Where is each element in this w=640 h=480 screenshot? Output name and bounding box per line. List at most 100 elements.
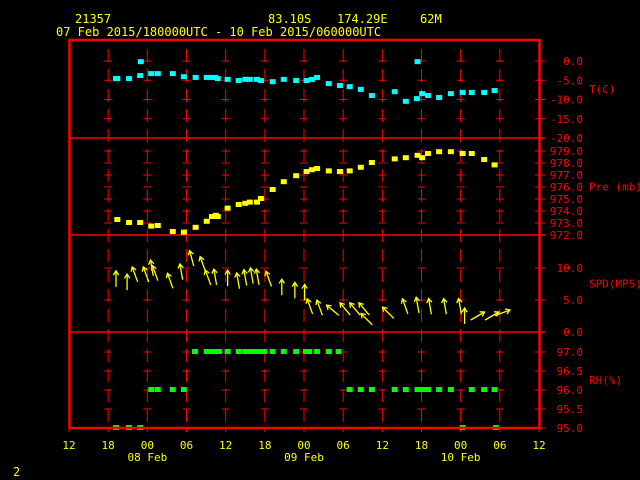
temperature-point [413, 96, 420, 102]
date-label: 08 Feb [127, 451, 167, 464]
temperature-point [346, 84, 353, 90]
rh-point [154, 387, 161, 392]
temperature-point [154, 71, 161, 77]
wind-arrow [278, 277, 286, 296]
wind-arrow [426, 297, 433, 315]
temperature-point [114, 76, 121, 82]
temperature-point [481, 89, 488, 95]
pressure-point [336, 169, 343, 174]
wind-arrow [305, 297, 314, 315]
wind-arrow [130, 265, 139, 283]
rh-point [357, 387, 364, 392]
panel-label-temperature: T(C) [589, 83, 616, 96]
y-tick-label: 95.5 [557, 403, 584, 416]
temperature-point [491, 88, 498, 94]
rh-point [447, 387, 454, 392]
pressure-point [357, 164, 364, 170]
y-tick-label: 96.0 [557, 384, 584, 397]
wind-arrow [264, 270, 273, 287]
wind-arrow [187, 249, 195, 267]
wind-arrow [325, 304, 340, 316]
pressure-point [346, 168, 353, 174]
pressure-point [459, 151, 466, 156]
pressure-point [192, 224, 199, 230]
pressure-point [169, 229, 176, 234]
wind-arrow [441, 297, 448, 315]
rh-point [191, 349, 198, 354]
y-tick-label: 96.5 [557, 365, 584, 378]
pressure-point [148, 223, 155, 229]
x-tick-label: 06 [180, 439, 193, 452]
y-tick-label: 0.0 [563, 326, 583, 339]
temperature-point [402, 98, 409, 104]
date-label: 09 Feb [284, 451, 324, 464]
temperature-point [436, 94, 443, 100]
rh-point [224, 349, 231, 354]
pressure-point [180, 229, 187, 235]
temperature-point [137, 73, 144, 79]
pressure-point [314, 166, 321, 171]
wind-arrow [165, 272, 174, 289]
wind-arrow [177, 262, 184, 280]
temperature-point [235, 78, 242, 84]
pressure-point [235, 202, 242, 207]
temperature-point [148, 71, 155, 77]
wind-arrow [339, 301, 351, 316]
pressure-point [419, 155, 426, 161]
y-tick-label: -5.0 [557, 74, 584, 87]
meteogram-plot: 12 18 00 06 12 18 00 06 12 18 00 06 1208 Feb 09 Feb 10… [62, 38, 640, 464]
y-tick-label: 10.0 [557, 262, 584, 275]
rh-point [148, 387, 155, 392]
rh-point [391, 387, 398, 392]
rh-point [250, 349, 257, 354]
temperature-point [357, 86, 364, 92]
temperature-point [391, 89, 398, 95]
wind-arrow [253, 267, 261, 285]
rh-point [468, 387, 475, 392]
temperature-point [137, 59, 144, 65]
x-tick-label: 12 [532, 439, 545, 452]
temperature-point [126, 76, 133, 82]
rh-point [419, 387, 426, 392]
x-tick-label: 06 [337, 439, 350, 452]
wind-arrow [198, 255, 207, 272]
y-tick-label: 972.0 [550, 229, 583, 242]
temperature-point [169, 71, 176, 77]
pressure-point [269, 187, 276, 192]
pressure-point [391, 156, 398, 162]
pressure-point [468, 151, 475, 156]
temperature-point [459, 89, 466, 95]
rh-point [235, 349, 242, 354]
temperature-point [224, 76, 231, 82]
wind-arrow [112, 269, 120, 287]
temperature-point [203, 74, 210, 80]
pressure-point [126, 220, 133, 225]
panel-label-rh: RH(%) [589, 374, 622, 387]
rh-point [255, 349, 262, 354]
wind-arrow [234, 271, 241, 289]
pressure-point [491, 162, 498, 168]
temperature-point [419, 91, 426, 97]
temperature-point [180, 74, 187, 80]
rh-point [481, 387, 488, 392]
temperature-point [325, 81, 332, 87]
pressure-point [303, 169, 310, 174]
pressure-point [436, 149, 443, 155]
wind-arrow [456, 297, 463, 315]
rh-point [346, 387, 353, 392]
pressure-point [481, 157, 488, 162]
temperature-point [314, 74, 321, 80]
temperature-point [269, 79, 276, 85]
y-tick-label: -15.0 [550, 113, 583, 126]
wind-arrow [203, 268, 212, 286]
pressure-point [425, 151, 432, 156]
rh-point [335, 349, 342, 354]
date-label: 10 Feb [441, 451, 481, 464]
rh-point [261, 349, 268, 354]
pressure-point [114, 217, 121, 222]
wind-arrow [470, 311, 486, 321]
x-tick-label: 18 [415, 439, 428, 452]
pressure-point [293, 173, 300, 179]
panel-label-wind: SPD(MPS) [589, 278, 640, 291]
temperature-point [293, 78, 300, 84]
